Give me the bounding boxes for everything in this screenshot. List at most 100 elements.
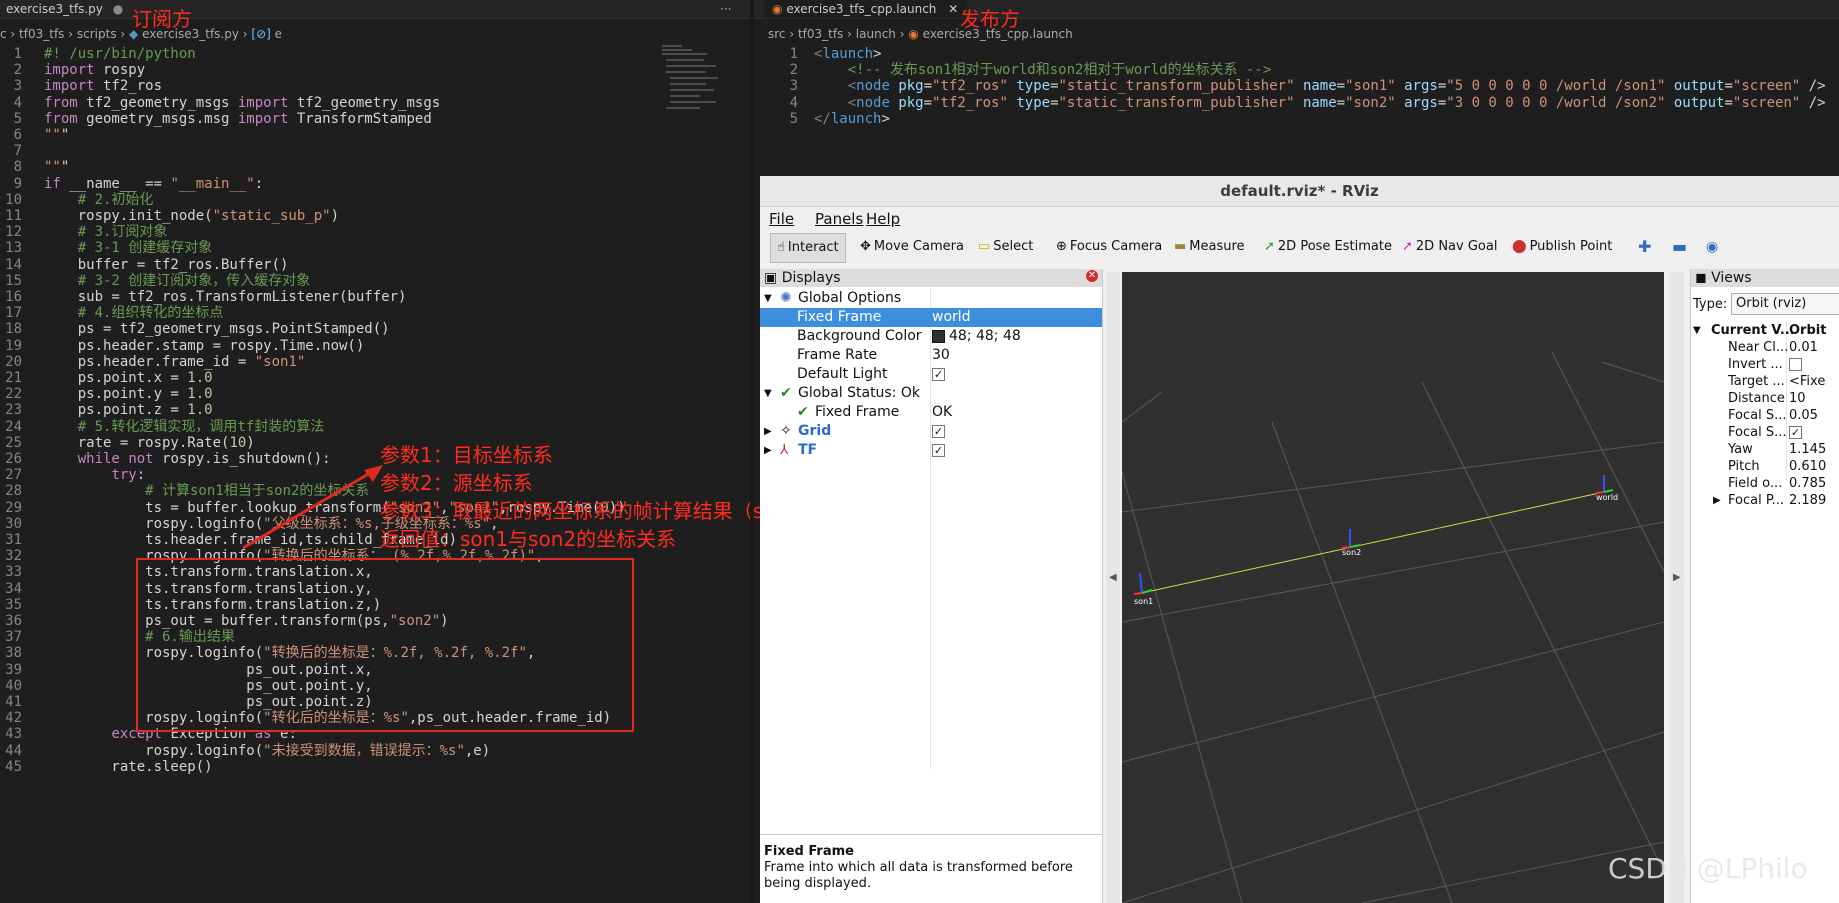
tree-row-global-status[interactable]: ▼ ✔ Global Status: Ok: [760, 384, 1102, 403]
tool-select[interactable]: ▭ Select: [978, 233, 1033, 261]
check-icon: ✔: [780, 385, 792, 401]
displays-panel: ▣ Displays ✕ ▼ ✺ Global Options Fixed Fr…: [760, 269, 1103, 903]
tree-row-fixed-frame[interactable]: Fixed Frame world: [760, 308, 1102, 327]
move-icon: ✥: [860, 239, 871, 254]
tool-2d-pose-estimate[interactable]: ➚ 2D Pose Estimate: [1264, 233, 1392, 261]
tool-move-camera[interactable]: ✥ Move Camera: [860, 233, 964, 261]
tree-row-status-fixed-frame[interactable]: ✔ Fixed Frame OK: [760, 403, 1102, 422]
views-row-current-view[interactable]: Current V...: [1711, 322, 1795, 339]
menu-help[interactable]: Help: [866, 210, 900, 228]
tab-exercise3-tfs-cpp-launch[interactable]: ◉ exercise3_tfs_cpp.launch ✕: [764, 0, 967, 18]
description-title: Fixed Frame: [764, 844, 854, 859]
pin-icon: ⬤: [1512, 239, 1527, 254]
launch-breadcrumb: src › tf03_tfs › launch › ◉ exercise3_tf…: [768, 27, 1073, 41]
views-row-near-clip[interactable]: Near Cl...: [1728, 339, 1788, 356]
window-title: default.rviz* - RViz: [760, 176, 1839, 207]
views-val-focal-shape-size: 0.05: [1789, 408, 1818, 423]
expand-right-icon[interactable]: ▶: [764, 441, 772, 460]
grid-lines: [1122, 351, 1664, 903]
breadcrumb-item[interactable]: src: [768, 27, 786, 41]
views-row-focal-shape-fixed[interactable]: Focal S...: [1728, 424, 1786, 441]
render-viewport[interactable]: son1 son2 world: [1122, 272, 1664, 903]
tree-row-default-light[interactable]: Default Light ✓: [760, 365, 1102, 384]
hand-icon: ☝: [777, 240, 785, 255]
annotation-arrow: [242, 465, 383, 550]
focal-shape-checkbox[interactable]: ✓: [1789, 426, 1802, 439]
collapse-left-handle[interactable]: ◀: [1106, 272, 1120, 903]
views-row-target[interactable]: Target ...: [1728, 373, 1785, 390]
watermark: CSDN @LPhilo: [1608, 852, 1808, 885]
launch-tab-bar: ◉ exercise3_tfs_cpp.launch ✕: [754, 0, 1839, 19]
tree-row-background-color[interactable]: Background Color 48; 48; 48: [760, 327, 1102, 346]
views-row-distance[interactable]: Distance: [1728, 390, 1785, 407]
tf-checkbox[interactable]: ✓: [932, 443, 945, 457]
views-val-field-of-view: 0.785: [1789, 476, 1827, 491]
tool-measure[interactable]: ▬ Measure: [1174, 233, 1245, 261]
tf-link-line: [1141, 491, 1605, 594]
gear-icon: ✺: [780, 290, 792, 306]
code-line[interactable]: </launch>: [814, 110, 890, 129]
python-editor: exercise3_tfs.py ● ··· c › tf03_tfs › sc…: [0, 0, 1044, 903]
annotation-param1: 参数1：目标坐标系: [380, 443, 553, 467]
views-header: ◼ Views: [1691, 269, 1839, 287]
views-val-distance: 10: [1789, 391, 1806, 406]
invert-checkbox[interactable]: [1789, 358, 1802, 371]
ruler-icon: ▬: [1174, 239, 1187, 254]
tree-row-frame-rate[interactable]: Frame Rate 30: [760, 346, 1102, 365]
launch-editor: ◉ exercise3_tfs_cpp.launch ✕ src › tf03_…: [754, 0, 1839, 145]
tool-interact[interactable]: ☝ Interact: [770, 233, 846, 263]
breadcrumb-item[interactable]: tf03_tfs: [798, 27, 843, 41]
views-panel: ◼ Views Type: Orbit (rviz) ▼ Current V..…: [1690, 269, 1839, 903]
grid-and-tf-scene[interactable]: son1 son2 world: [1122, 272, 1664, 903]
tool-focus-camera[interactable]: ⊕ Focus Camera: [1056, 233, 1162, 261]
select-icon: ▭: [978, 239, 991, 254]
views-row-field-of-view[interactable]: Field o...: [1728, 475, 1782, 492]
close-icon[interactable]: ✕: [1086, 270, 1098, 282]
frame-world: world: [1595, 475, 1618, 502]
default-light-checkbox[interactable]: ✓: [932, 367, 945, 381]
eye-icon[interactable]: ◉: [1706, 233, 1718, 261]
tree-row-tf[interactable]: ▶ ⅄ TF ✓: [760, 441, 1102, 460]
tool-publish-point[interactable]: ⬤ Publish Point: [1512, 233, 1612, 261]
goal-arrow-icon: ➚: [1402, 239, 1413, 254]
line-number: 5: [789, 110, 798, 127]
expand-right-icon[interactable]: ▶: [764, 422, 772, 441]
color-swatch[interactable]: [932, 329, 945, 343]
expand-right-icon[interactable]: ▶: [1713, 492, 1721, 509]
expand-down-icon[interactable]: ▼: [764, 289, 772, 308]
check-icon: ✔: [797, 404, 809, 420]
views-val-invert: [1789, 356, 1802, 373]
breadcrumb-item[interactable]: launch: [856, 27, 896, 41]
menu-panels[interactable]: Panels: [815, 210, 863, 228]
code-line[interactable]: <node pkg="tf2_ros" type="static_transfo…: [814, 94, 1826, 113]
views-row-focal-point[interactable]: Focal P...: [1728, 492, 1784, 509]
views-row-pitch[interactable]: Pitch: [1728, 458, 1760, 475]
tab-title: exercise3_tfs_cpp.launch: [786, 2, 937, 16]
rviz-window: default.rviz* - RViz File Panels Help ☝ I…: [760, 176, 1839, 903]
views-row-focal-shape-size[interactable]: Focal S...: [1728, 407, 1786, 424]
collapse-right-handle[interactable]: ▶: [1670, 272, 1684, 903]
views-val-target: <Fixe: [1789, 374, 1826, 389]
close-icon[interactable]: ✕: [948, 2, 958, 16]
expand-down-icon[interactable]: ▼: [764, 384, 772, 403]
rss-file-icon: ◉: [772, 2, 783, 16]
views-row-invert[interactable]: Invert ...: [1728, 356, 1783, 373]
tree-row-global-options[interactable]: ▼ ✺ Global Options: [760, 289, 1102, 308]
views-val-current-view: Orbit: [1789, 323, 1827, 338]
expand-down-icon[interactable]: ▼: [1693, 322, 1701, 339]
views-val-pitch: 0.610: [1789, 459, 1827, 474]
grid-checkbox[interactable]: ✓: [932, 424, 945, 438]
remove-tool-icon[interactable]: ▬: [1672, 233, 1687, 261]
add-tool-icon[interactable]: ✚: [1638, 233, 1651, 261]
camera-icon: ◼: [1695, 270, 1707, 286]
frame-label-son2: son2: [1342, 548, 1361, 557]
frame-label-world: world: [1596, 493, 1618, 502]
tool-2d-nav-goal[interactable]: ➚ 2D Nav Goal: [1402, 233, 1497, 261]
views-row-yaw[interactable]: Yaw: [1728, 441, 1753, 458]
monitor-icon: ▣: [764, 270, 778, 286]
menu-file[interactable]: File: [769, 210, 794, 228]
views-val-near-clip: 0.01: [1789, 340, 1818, 355]
view-type-select[interactable]: Orbit (rviz): [1731, 293, 1839, 315]
annotation-return: 返回值：son1与son2的坐标关系: [380, 527, 677, 551]
tree-row-grid[interactable]: ▶ ✧ Grid ✓: [760, 422, 1102, 441]
